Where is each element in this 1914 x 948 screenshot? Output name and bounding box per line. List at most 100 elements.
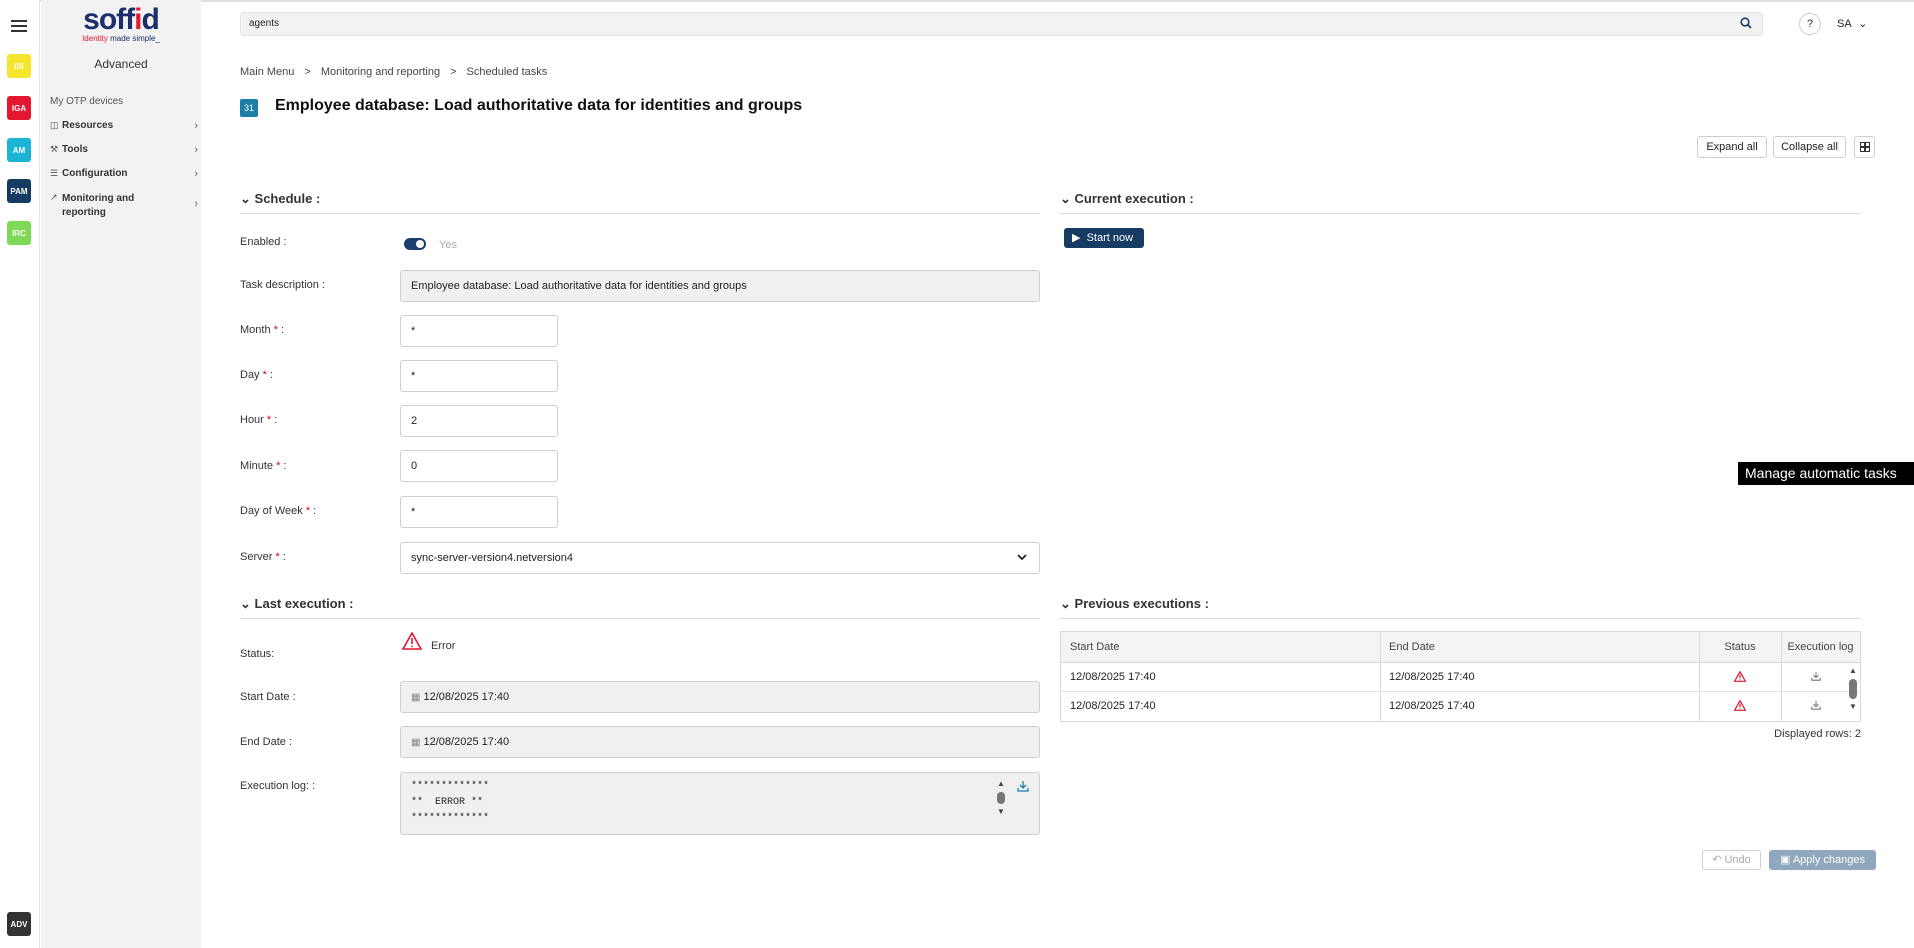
mode-label: Advanced — [94, 57, 148, 71]
server-select[interactable]: sync-server-version4.netversion4 — [400, 542, 1040, 574]
scroll-down-icon: ▼ — [997, 807, 1005, 816]
app-badge-irc[interactable]: IRC — [7, 221, 31, 245]
column-header-end-date[interactable]: End Date — [1380, 632, 1699, 663]
displayed-rows-count: Displayed rows: 2 — [1774, 728, 1861, 740]
scroll-thumb[interactable] — [997, 792, 1005, 804]
hour-field[interactable]: 2 — [400, 405, 558, 437]
row-end-date: 12/08/2025 17:40 — [1389, 671, 1475, 683]
task-description-field[interactable]: Employee database: Load authoritative da… — [400, 270, 1040, 302]
calendar-icon: 31 — [240, 99, 258, 117]
logo-text-i: i — [134, 3, 142, 36]
end-date-value: 12/08/2025 17:40 — [423, 736, 510, 748]
execution-log-textarea[interactable]: ************* ** ERROR ** ************* — [400, 772, 1040, 835]
chevron-down-icon: ⌄ — [1060, 596, 1071, 611]
breadcrumb-main-menu[interactable]: Main Menu — [240, 66, 294, 78]
play-icon: ▶ — [1072, 232, 1081, 244]
day-of-week-field[interactable]: * — [400, 496, 558, 528]
sidebar-item-label: Configuration — [62, 168, 128, 179]
minute-field[interactable]: 0 — [400, 450, 558, 482]
apply-changes-label: Apply changes — [1792, 854, 1866, 866]
collapse-all-button[interactable]: Collapse all — [1773, 136, 1846, 158]
grid-layout-icon[interactable] — [1854, 136, 1875, 158]
warning-icon — [1733, 670, 1747, 685]
column-header-start-date[interactable]: Start Date — [1061, 632, 1380, 663]
sidebar-item-configuration[interactable]: ☰ Configuration › — [50, 168, 198, 180]
scroll-thumb[interactable] — [1849, 679, 1857, 699]
row-start-date: 12/08/2025 17:40 — [1070, 671, 1156, 683]
help-button[interactable]: ? — [1799, 13, 1821, 35]
sidebar-item-label: Resources — [62, 120, 114, 131]
divider — [1060, 213, 1861, 214]
search-icon[interactable] — [1740, 17, 1752, 32]
wrench-icon: ⚒ — [50, 144, 59, 154]
start-date-label: Start Date : — [240, 691, 296, 703]
chevron-down-icon: ⌄ — [240, 596, 251, 611]
enabled-toggle[interactable] — [404, 238, 426, 250]
expand-all-button[interactable]: Expand all — [1697, 136, 1767, 158]
logo-tagline-rest: made simple_ — [107, 34, 160, 43]
current-execution-title-text: Current execution : — [1074, 191, 1194, 206]
divider — [1060, 618, 1861, 619]
app-badge-adv[interactable]: ADV — [7, 912, 31, 936]
app-badge-iga[interactable]: IGA — [7, 96, 31, 120]
previous-executions-section-title[interactable]: ⌄ Previous executions : — [1060, 596, 1209, 612]
chevron-right-icon: › — [194, 144, 198, 156]
start-now-button[interactable]: ▶ Start now — [1064, 228, 1144, 248]
label-text: Month — [240, 324, 271, 336]
execution-log-label: Execution log: : — [240, 780, 316, 792]
chevron-down-icon: ⌄ — [1858, 18, 1868, 30]
previous-executions-title-text: Previous executions : — [1074, 596, 1209, 611]
table-row[interactable]: 12/08/2025 17:40 12/08/2025 17:40 — [1061, 663, 1860, 692]
tooltip: Manage automatic tasks — [1738, 462, 1914, 485]
column-header-status[interactable]: Status — [1699, 632, 1781, 663]
calendar-icon: ▦ — [411, 692, 421, 703]
breadcrumb-separator: > — [304, 66, 311, 78]
table-scrollbar[interactable]: ▲ ▼ — [1849, 667, 1859, 719]
download-icon[interactable] — [1811, 671, 1821, 684]
sidebar-item-tools[interactable]: ⚒ Tools › — [50, 144, 198, 156]
current-execution-section-title[interactable]: ⌄ Current execution : — [1060, 191, 1194, 207]
chevron-down-icon: ⌄ — [240, 191, 251, 206]
logo[interactable]: soffid Identity made simple_ — [76, 3, 166, 44]
task-description-label: Task description : — [240, 279, 325, 291]
sidebar-item-resources[interactable]: ◫ Resources › — [50, 120, 198, 132]
table-row[interactable]: 12/08/2025 17:40 12/08/2025 17:40 — [1061, 692, 1860, 721]
undo-icon: ↶ — [1712, 854, 1722, 866]
label-colon: : — [271, 414, 278, 426]
undo-button[interactable]: ↶ Undo — [1702, 850, 1761, 870]
chart-line-icon: ↗ — [50, 192, 58, 202]
server-label: Server * : — [240, 551, 286, 563]
breadcrumb-monitoring[interactable]: Monitoring and reporting — [321, 66, 440, 78]
day-field[interactable]: * — [400, 360, 558, 392]
hamburger-menu-icon[interactable] — [11, 20, 27, 32]
sidebar — [41, 0, 201, 948]
breadcrumb-scheduled-tasks[interactable]: Scheduled tasks — [467, 66, 548, 78]
schedule-section-title[interactable]: ⌄ Schedule : — [240, 191, 320, 207]
sidebar-item-monitoring[interactable]: ↗ Monitoring and reporting › — [50, 192, 198, 220]
warning-icon — [1733, 699, 1747, 714]
start-now-label: Start now — [1086, 232, 1134, 244]
start-date-field[interactable]: ▦ 12/08/2025 17:40 — [400, 681, 1040, 713]
last-execution-title-text: Last execution : — [254, 596, 354, 611]
column-header-execution-log[interactable]: Execution log — [1781, 632, 1860, 663]
sidebar-item-otp-devices[interactable]: My OTP devices — [50, 96, 198, 107]
month-field[interactable]: * — [400, 315, 558, 347]
server-select-value: sync-server-version4.netversion4 — [411, 552, 574, 564]
download-icon[interactable] — [1017, 780, 1029, 795]
last-execution-section-title[interactable]: ⌄ Last execution : — [240, 596, 354, 612]
calendar-icon: ▦ — [411, 737, 421, 748]
warning-icon — [401, 631, 423, 653]
label-text: Hour — [240, 414, 264, 426]
end-date-field[interactable]: ▦ 12/08/2025 17:40 — [400, 726, 1040, 758]
label-colon: : — [279, 551, 286, 563]
label-colon: : — [310, 505, 317, 517]
app-badge-am[interactable]: AM — [7, 138, 31, 162]
user-menu-button[interactable]: SA ⌄ — [1837, 13, 1877, 35]
search-input[interactable]: agents — [240, 12, 1763, 36]
log-scrollbar[interactable]: ▲ ▼ — [997, 780, 1007, 824]
download-icon[interactable] — [1811, 700, 1821, 713]
apply-changes-button[interactable]: ▣ Apply changes — [1769, 850, 1876, 870]
app-badge-iis[interactable]: IIS — [7, 54, 31, 78]
app-badge-pam[interactable]: PAM — [7, 179, 31, 203]
top-border — [0, 0, 1914, 2]
